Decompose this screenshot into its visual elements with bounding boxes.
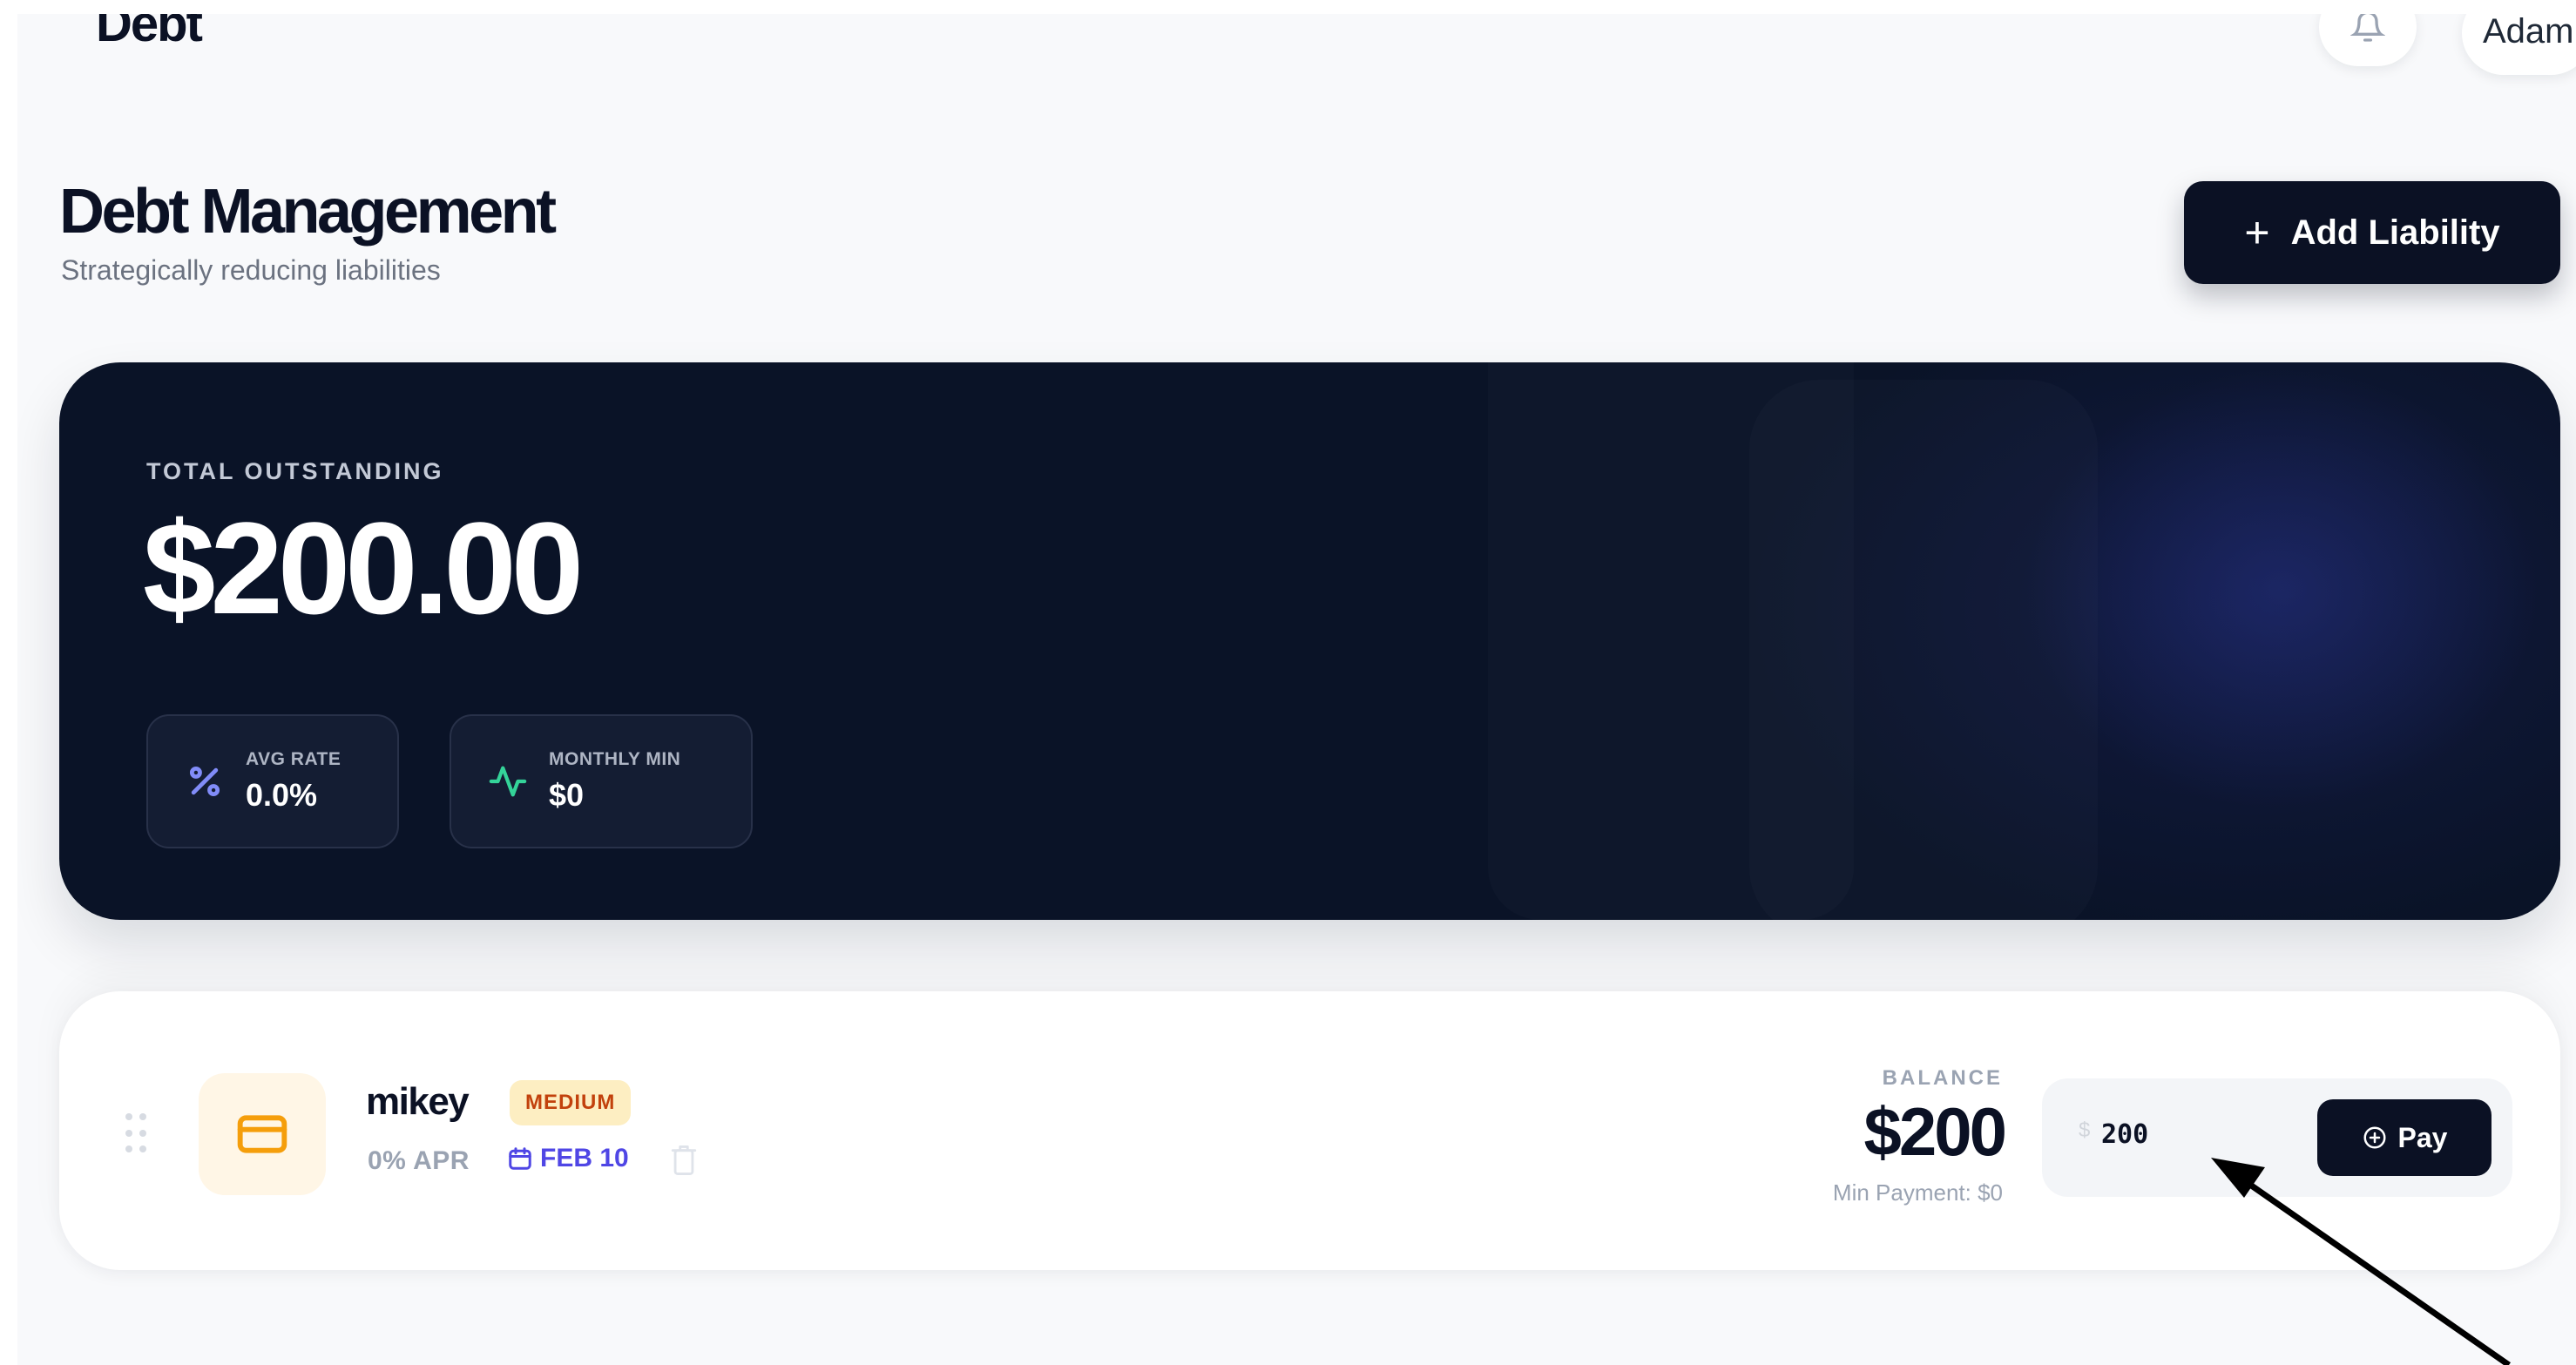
min-payment: Min Payment: $0 (1832, 1179, 2003, 1206)
pay-button[interactable]: Pay (2317, 1099, 2491, 1176)
avg-rate-stat: AVG RATE 0.0% (146, 714, 399, 848)
page-title: Debt Management (59, 177, 557, 247)
liability-apr: 0% APR (368, 1146, 470, 1175)
total-outstanding-amount: $200.00 (143, 495, 584, 641)
total-outstanding-card: TOTAL OUTSTANDING $200.00 AVG RATE 0.0% … (59, 362, 2560, 920)
currency-symbol: $ (2079, 1118, 2091, 1142)
avg-rate-value: 0.0% (246, 777, 318, 813)
liability-type-badge (199, 1073, 326, 1195)
monthly-min-value: $0 (549, 777, 585, 813)
bell-icon (2350, 14, 2385, 42)
due-date[interactable]: FEB 10 (507, 1144, 629, 1173)
avg-rate-label: AVG RATE (246, 749, 341, 769)
trash-icon (671, 1145, 697, 1175)
payment-amount-input[interactable] (2101, 1108, 2293, 1160)
due-date-label: FEB 10 (540, 1144, 629, 1172)
monthly-min-stat: MONTHLY MIN $0 (450, 714, 753, 848)
monthly-min-label: MONTHLY MIN (549, 749, 681, 769)
priority-badge: MEDIUM (510, 1080, 632, 1125)
balance-label: BALANCE (1882, 1066, 2003, 1090)
notifications-button[interactable] (2319, 14, 2417, 66)
debt-page: Debt Adam Debt Management Strategically … (17, 14, 2576, 1365)
activity-icon (488, 761, 528, 801)
percent-icon (185, 761, 225, 801)
pay-button-label: Pay (2397, 1121, 2448, 1153)
page-subtitle: Strategically reducing liabilities (61, 254, 441, 286)
delete-liability-button[interactable] (669, 1143, 699, 1178)
balance-value: $200 (1863, 1093, 2007, 1170)
total-outstanding-label: TOTAL OUTSTANDING (146, 458, 444, 484)
plus-icon: + (2244, 208, 2270, 257)
add-liability-button[interactable]: + Add Liability (2184, 181, 2560, 284)
liability-name: mikey (366, 1080, 470, 1123)
topbar-title: Debt (96, 14, 203, 52)
add-liability-label: Add Liability (2290, 213, 2500, 252)
plus-circle-icon (2363, 1126, 2386, 1149)
calendar-icon (509, 1147, 531, 1170)
credit-card-icon (237, 1115, 287, 1153)
hero-decoration (1749, 380, 2098, 920)
user-avatar[interactable]: Adam (2462, 14, 2576, 75)
drag-handle-icon[interactable] (125, 1113, 146, 1155)
